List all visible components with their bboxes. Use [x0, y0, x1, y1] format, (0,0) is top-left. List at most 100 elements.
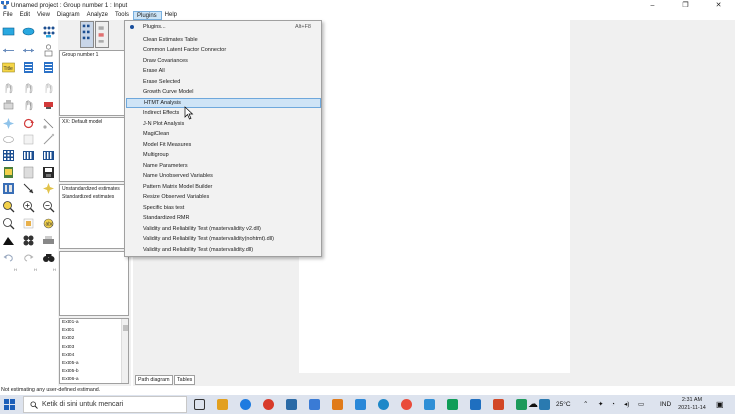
file-explorer-icon[interactable] — [217, 399, 228, 410]
touch-up-icon[interactable] — [42, 133, 55, 146]
list-variables-dataset-icon[interactable] — [42, 61, 55, 74]
draw-observed-variable-icon[interactable] — [2, 25, 15, 38]
menu-item-model-fit-measures[interactable]: Model Fit Measures — [126, 140, 321, 150]
menu-item-validity-reliability[interactable]: Validity and Reliability Test (masterval… — [126, 245, 321, 255]
menu-item-multigroup[interactable]: Multigroup — [126, 150, 321, 160]
calculate-estimates-icon[interactable] — [42, 149, 55, 162]
view-text-icon[interactable] — [22, 166, 35, 179]
menu-item-erase-selected[interactable]: Erase Selected — [126, 77, 321, 87]
scroll-icon[interactable] — [22, 133, 35, 146]
battery-icon[interactable]: ▭ — [638, 395, 644, 414]
print-icon[interactable] — [42, 234, 55, 247]
app-icon[interactable] — [539, 399, 550, 410]
change-shape-icon[interactable] — [2, 117, 15, 130]
preserve-symmetries-icon[interactable] — [42, 182, 55, 195]
output-view-thumbnail[interactable] — [95, 21, 109, 48]
menu-item-draw-covariances[interactable]: Draw Covariances — [126, 56, 321, 66]
specification-search-icon[interactable] — [42, 251, 55, 264]
menu-edit[interactable]: Edit — [17, 11, 34, 20]
temperature[interactable]: 25°C — [556, 395, 571, 414]
amos-taskbar-icon[interactable] — [516, 399, 527, 410]
tray-overflow-icon[interactable]: ⌃ — [583, 395, 588, 414]
menu-item-clean-estimates-table[interactable]: Clean Estimates Table — [126, 35, 321, 45]
move-parameter-icon[interactable] — [2, 133, 15, 146]
estimates-format-standardized[interactable]: Standardized estimates — [60, 193, 128, 201]
edge-dev-icon[interactable] — [378, 399, 389, 410]
remote-desktop-icon[interactable] — [424, 399, 435, 410]
fit-to-page-icon[interactable] — [22, 217, 35, 230]
zoom-in-icon[interactable] — [22, 200, 35, 213]
scrollbar-thumb[interactable] — [123, 325, 128, 331]
view-page-icon[interactable] — [2, 217, 15, 230]
taskbar-search[interactable]: Ketik di sini untuk mencari — [23, 396, 187, 413]
menu-analyze[interactable]: Analyze — [84, 11, 112, 20]
menu-item-htmt-analysis[interactable]: HTMT Analysis — [126, 97, 321, 108]
list-item[interactable]: Ext01 — [60, 327, 128, 335]
tab-tables[interactable]: Tables — [174, 375, 196, 385]
menu-view[interactable]: View — [34, 11, 54, 20]
menu-item-name-unobserved-variables[interactable]: Name Unobserved Variables — [126, 171, 321, 181]
photos-icon[interactable] — [332, 399, 343, 410]
menu-item-name-parameters[interactable]: Name Parameters — [126, 161, 321, 171]
select-one-icon[interactable] — [2, 81, 15, 94]
list-item[interactable]: Ext03 — [60, 344, 128, 352]
list-variables-model-icon[interactable] — [22, 61, 35, 74]
mail-icon[interactable] — [309, 399, 320, 410]
windows-start-icon[interactable] — [4, 399, 15, 410]
menu-plugins[interactable]: Plugins — [132, 11, 162, 20]
zoom-out-icon[interactable] — [42, 200, 55, 213]
menu-item-erase-all[interactable]: Erase All — [126, 66, 321, 76]
notification-icon[interactable]: ▣ — [716, 395, 724, 414]
minimize-button[interactable]: – — [636, 0, 669, 11]
menu-help[interactable]: Help — [162, 11, 181, 20]
draw-path-icon[interactable] — [2, 44, 15, 57]
group-name[interactable]: Group number 1 — [60, 51, 128, 59]
menu-diagram[interactable]: Diagram — [54, 11, 84, 20]
parameter-formats-panel[interactable]: Unstandardized estimates Standardized es… — [59, 184, 129, 249]
zoom-select-icon[interactable] — [2, 200, 15, 213]
menu-item-standardized-rmr[interactable]: Standardized RMR — [126, 213, 321, 223]
select-all-icon[interactable] — [22, 81, 35, 94]
draw-covariance-icon[interactable] — [22, 44, 35, 57]
close-button[interactable]: ✕ — [702, 0, 735, 11]
move-object-icon[interactable] — [22, 98, 35, 111]
draw-indicator-icon[interactable] — [42, 25, 55, 38]
copy-object-icon[interactable] — [2, 98, 15, 111]
groups-panel[interactable]: Group number 1 — [59, 50, 129, 116]
weather-icon[interactable]: ☁ — [528, 395, 538, 414]
opera-icon[interactable] — [263, 399, 274, 410]
menu-item-resize-observed-variables[interactable]: Resize Observed Variables — [126, 192, 321, 202]
undo-icon[interactable] — [2, 251, 15, 264]
tab-path-diagram[interactable]: Path diagram — [135, 375, 173, 385]
model-name[interactable]: XX: Default model — [60, 118, 128, 126]
draw-unobserved-variable-icon[interactable] — [22, 25, 35, 38]
camtasia-icon[interactable] — [470, 399, 481, 410]
models-panel[interactable]: XX: Default model — [59, 117, 129, 182]
list-item[interactable]: Ext06-a — [60, 376, 128, 384]
analysis-properties-icon[interactable] — [22, 149, 35, 162]
task-view-icon[interactable] — [194, 399, 205, 410]
menu-item-specific-bias-test[interactable]: Specific bias test — [126, 203, 321, 213]
media-player-icon[interactable] — [355, 399, 366, 410]
estimates-format-unstandardized[interactable]: Unstandardized estimates — [60, 185, 128, 193]
edge-icon[interactable] — [240, 399, 251, 410]
reflect-indicators-icon[interactable] — [42, 117, 55, 130]
title-icon[interactable]: Title — [2, 61, 15, 74]
clock[interactable]: 2:31 AM 2021-11-14 — [672, 397, 712, 412]
data-files-icon[interactable] — [2, 149, 15, 162]
menu-item-common-latent-factor-connector[interactable]: Common Latent Factor Connector — [126, 45, 321, 55]
rotate-indicators-icon[interactable] — [22, 117, 35, 130]
menu-item-jn-plot-analysis[interactable]: J-N Plot Analysis — [126, 119, 321, 129]
store-icon[interactable] — [286, 399, 297, 410]
variables-list[interactable]: Ext01-a Ext01 Ext02 Ext03 Ext04 Ext05-a … — [59, 318, 129, 384]
multiple-group-icon[interactable] — [22, 234, 35, 247]
drag-properties-icon[interactable] — [22, 182, 35, 195]
menu-item-validity-reliability-nohtmt[interactable]: Validity and Reliability Test (masterval… — [126, 234, 321, 244]
maximize-button[interactable]: ❐ — [669, 0, 702, 11]
menu-item-validity-reliability-v2[interactable]: Validity and Reliability Test (masterval… — [126, 224, 321, 234]
copy-diagram-icon[interactable] — [2, 166, 15, 179]
list-item[interactable]: Ext01-a — [60, 319, 128, 327]
menu-file[interactable]: File — [0, 11, 17, 20]
list-item[interactable]: Ext05-b — [60, 368, 128, 376]
teams-icon[interactable] — [447, 399, 458, 410]
